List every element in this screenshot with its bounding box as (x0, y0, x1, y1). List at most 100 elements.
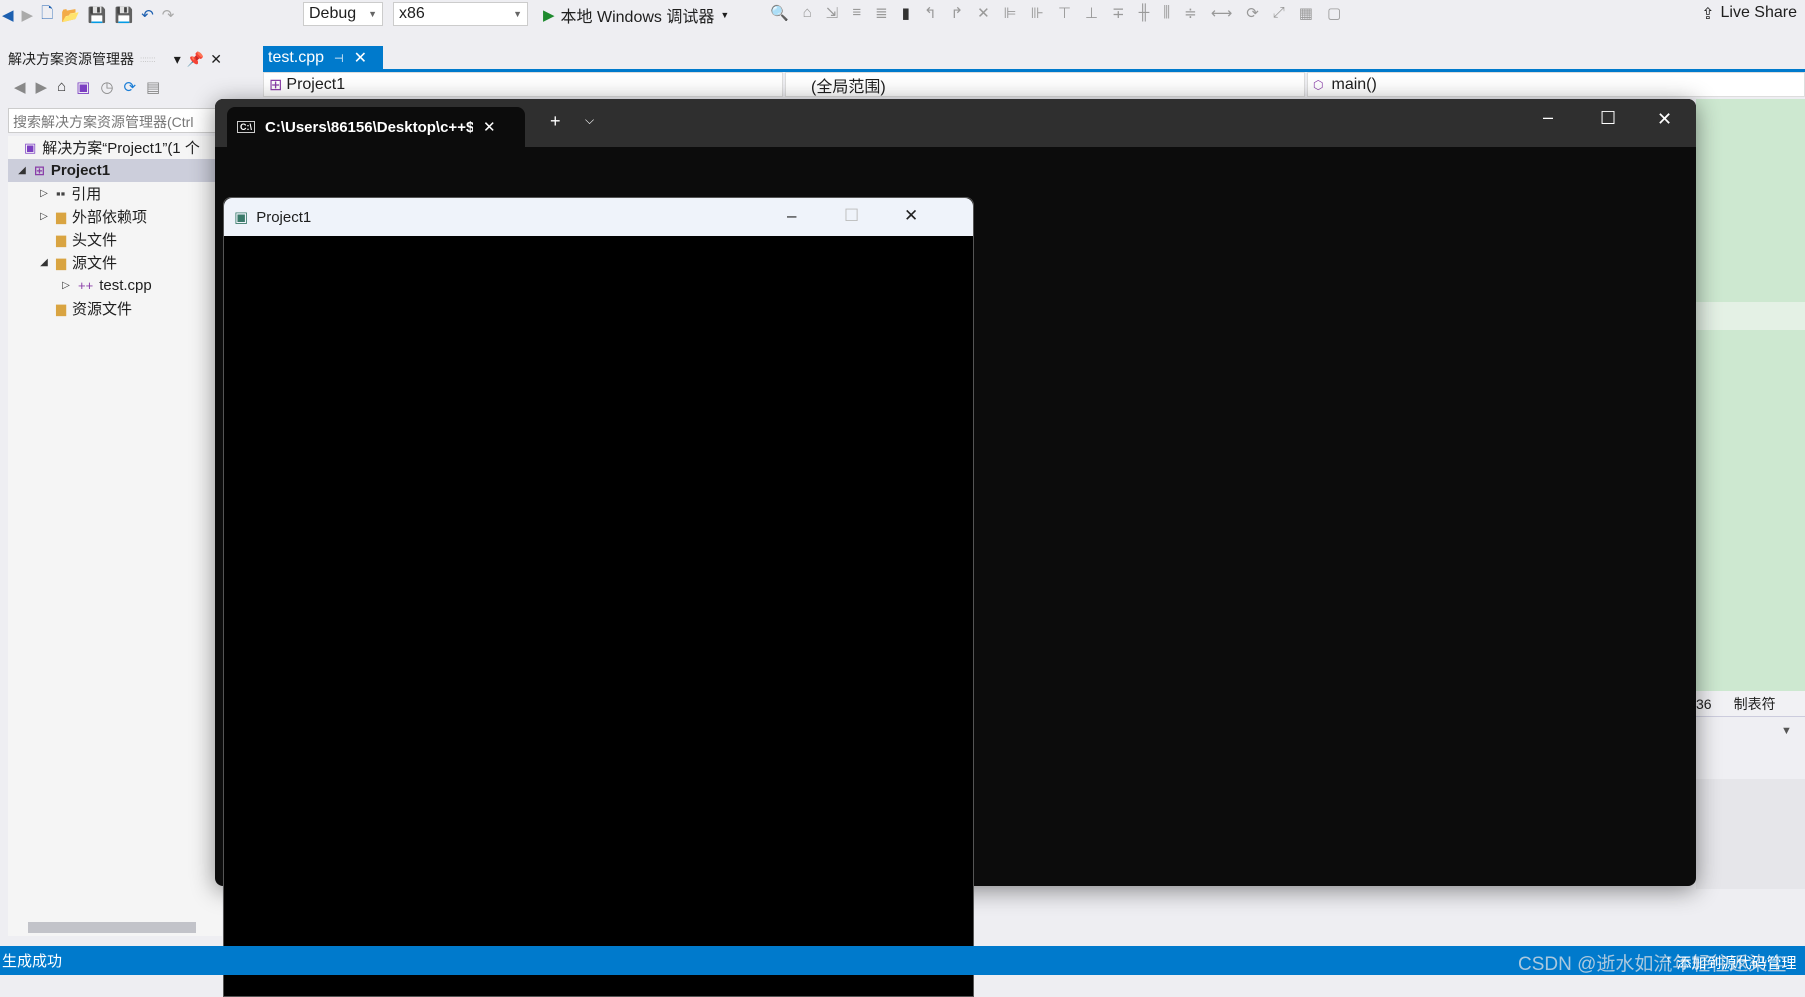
find-in-files-icon[interactable]: 🔍 (770, 4, 789, 22)
share-icon: ⇪ (1701, 6, 1715, 23)
column-indicator: 36 (1696, 695, 1712, 712)
chevron-down-icon[interactable]: ⌵ (585, 113, 594, 128)
indent-indicator[interactable]: 制表符 (1734, 694, 1776, 714)
switch-views-icon[interactable]: ▣ (76, 78, 90, 96)
uncomment-icon[interactable]: ≣ (875, 4, 888, 22)
history-icon[interactable]: ◷ (100, 78, 113, 96)
tree-label: Project1 (50, 162, 111, 179)
live-share-button[interactable]: ⇪ Live Share (1701, 4, 1797, 24)
size-width-icon[interactable]: ⟷ (1211, 4, 1233, 22)
home-icon[interactable]: ⌂ (57, 78, 66, 96)
add-to-source-control-button[interactable]: ↑ 添加到源代码管理 (1665, 952, 1797, 973)
center-h-icon[interactable]: ∓ (1112, 4, 1125, 22)
tree-label: 解决方案“Project1”(1 个 (42, 140, 200, 157)
platform-select[interactable]: x86 ▼ (393, 2, 528, 26)
align-bottom-icon[interactable]: ⊥ (1085, 4, 1098, 22)
close-icon[interactable]: ✕ (904, 206, 918, 226)
redo-icon[interactable]: ↷ (162, 6, 175, 24)
collapsed-arrow-icon[interactable]: ▷ (38, 211, 50, 222)
horizontal-scrollbar[interactable] (28, 922, 196, 933)
dropdown-icon[interactable]: ▾ (174, 51, 181, 68)
collapse-icon[interactable]: ▤ (146, 78, 160, 96)
align-left-icon[interactable]: ⊫ (1004, 4, 1017, 22)
grid-icon[interactable]: ▦ (1299, 4, 1313, 22)
forward-icon[interactable]: ▶ (22, 6, 34, 24)
undo-icon[interactable]: ↶ (141, 6, 154, 24)
bookmark-icon[interactable]: ▮ (902, 4, 910, 22)
close-icon[interactable]: ✕ (354, 48, 367, 68)
align-right-icon[interactable]: ⊪ (1031, 4, 1044, 22)
project-icon: ⊞ (269, 76, 283, 94)
close-tab-icon[interactable]: ✕ (483, 118, 496, 136)
new-project-icon[interactable]: 🗋 (41, 3, 53, 28)
tree-label: 源文件 (72, 255, 118, 272)
solution-search-input[interactable]: 搜索解决方案资源管理器(Ctrl (8, 108, 222, 133)
tree-item-project[interactable]: ◢ ⊞ Project1 (8, 159, 222, 182)
nav-scope-select[interactable]: (全局范围) (785, 72, 1305, 97)
save-icon[interactable]: 💾 (88, 6, 107, 24)
expanded-arrow-icon[interactable]: ◢ (38, 257, 50, 268)
dropdown-icon[interactable]: ▼ (1781, 725, 1792, 737)
app-icon: ▣ (234, 209, 249, 226)
align-top-icon[interactable]: ⊤ (1058, 4, 1071, 22)
maximize-icon[interactable]: ☐ (1600, 108, 1616, 129)
folder-icon: ▆ (56, 208, 66, 224)
tree-item-header-files[interactable]: ▆ 头文件 (8, 228, 222, 251)
close-icon[interactable]: ✕ (1657, 109, 1672, 130)
minimize-icon[interactable]: – (787, 206, 796, 226)
prev-bookmark-icon[interactable]: ↰ (924, 4, 937, 22)
tree-item-source-files[interactable]: ◢ ▆ 源文件 (8, 251, 222, 274)
close-icon[interactable]: ✕ (210, 51, 222, 68)
filter-folder-icon: ▆ (56, 300, 66, 316)
tree-label: 资源文件 (72, 301, 133, 318)
tree-item-test-cpp[interactable]: ▷ ++ test.cpp (8, 274, 222, 297)
size-height-icon[interactable]: ⟳ (1246, 4, 1259, 22)
collapsed-arrow-icon[interactable]: ▷ (60, 280, 72, 291)
tree-item-solution[interactable]: ▣ 解决方案“Project1”(1 个 (8, 136, 222, 159)
comment-icon[interactable]: ≡ (852, 4, 861, 22)
tab-label: test.cpp (268, 49, 325, 66)
save-all-icon[interactable]: 💾 (115, 6, 134, 24)
configuration-select[interactable]: Debug ▼ (303, 2, 383, 26)
tree-item-resource-files[interactable]: ▆ 资源文件 (8, 297, 222, 320)
method-icon: ⬡ (1313, 77, 1324, 92)
tab-test-cpp[interactable]: test.cpp ⊣ ✕ (263, 46, 383, 70)
collapsed-arrow-icon[interactable]: ▷ (38, 188, 50, 199)
center-v-icon[interactable]: ╫ (1139, 4, 1150, 22)
new-tab-icon[interactable]: + (550, 111, 561, 132)
drag-handle[interactable]: ::::::: (140, 55, 168, 64)
nav-project-select[interactable]: ⊞ Project1 (263, 72, 783, 97)
terminal-tab[interactable]: C:\ C:\Users\86156\Desktop\c++$ ✕ (227, 107, 525, 147)
start-debugging-button[interactable]: ▶ 本地 Windows 调试器 ▼ (543, 3, 729, 27)
chevron-down-icon: ▼ (513, 9, 522, 19)
project-icon: ⊞ (34, 162, 45, 178)
references-icon: ▪▪ (56, 186, 66, 201)
tree-item-external-deps[interactable]: ▷ ▆ 外部依赖项 (8, 205, 222, 228)
solution-explorer-toolbar: ◀ ▶ ⌂ ▣ ◷ ⟳ ▤ (14, 78, 160, 96)
nav-member-select[interactable]: ⬡ main() (1307, 72, 1805, 97)
pin-icon[interactable]: ⊣ (334, 52, 344, 65)
tree-item-references[interactable]: ▷ ▪▪ 引用 (8, 182, 222, 205)
space-v-icon[interactable]: ≑ (1184, 4, 1197, 22)
space-h-icon[interactable]: ⫼ (1163, 4, 1170, 22)
refresh-icon[interactable]: ⟳ (123, 78, 136, 96)
code-editor[interactable] (1696, 99, 1805, 691)
open-icon[interactable]: 📂 (61, 6, 80, 24)
next-bookmark-icon[interactable]: ↱ (951, 4, 964, 22)
run-label: 本地 Windows 调试器 (560, 9, 715, 26)
pin-icon[interactable]: 📌 (187, 51, 204, 68)
chevron-down-icon: ▼ (368, 9, 377, 19)
forward-icon[interactable]: ▶ (36, 78, 48, 96)
back-icon[interactable]: ◀ (2, 6, 14, 24)
expanded-arrow-icon[interactable]: ◢ (16, 165, 28, 176)
back-icon[interactable]: ◀ (14, 78, 26, 96)
step-icon[interactable]: ⇲ (826, 4, 839, 22)
minimize-icon[interactable]: – (1543, 107, 1553, 128)
size-both-icon[interactable]: ⤢ (1273, 4, 1285, 22)
terminal-titlebar: C:\ C:\Users\86156\Desktop\c++$ ✕ + ⌵ – ☐ … (215, 99, 1696, 147)
maximize-icon[interactable]: ☐ (844, 206, 859, 226)
clear-bookmarks-icon[interactable]: ✕ (977, 4, 990, 22)
console-icon: C:\ (237, 121, 255, 133)
tab-order-icon[interactable]: ▢ (1327, 4, 1341, 22)
browser-icon[interactable]: ⌂ (803, 4, 812, 22)
